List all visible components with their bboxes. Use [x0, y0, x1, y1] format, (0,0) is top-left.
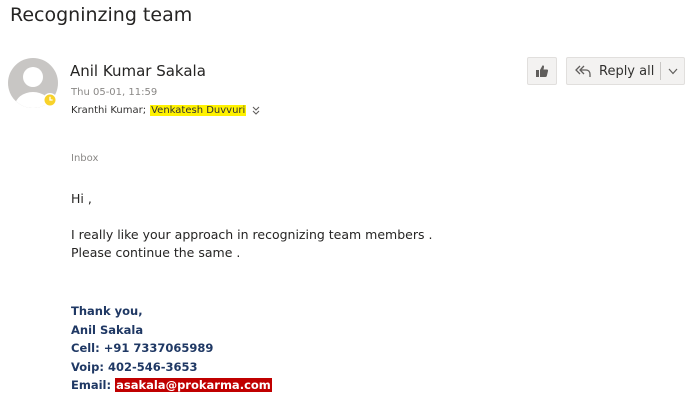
signature-voip: Voip: 402-546-3653	[71, 359, 198, 374]
body-spacer	[71, 208, 432, 226]
reply-all-button[interactable]: Reply all	[567, 58, 660, 84]
chevron-double-down-icon[interactable]	[252, 106, 260, 115]
thumbs-up-icon	[536, 65, 549, 77]
away-clock-icon	[43, 93, 57, 107]
signature-email-label: Email:	[71, 378, 116, 392]
signature-closing: Thank you,	[71, 304, 143, 318]
email-subject: Recogninzing team	[10, 4, 193, 26]
message-body: Hi , I really like your approach in reco…	[71, 190, 432, 262]
signature-email-link[interactable]: asakala@prokarma.com	[115, 378, 272, 392]
signature-cell: Cell: +91 7337065989	[71, 341, 214, 355]
recipient-kranthi-kumar[interactable]: Kranthi Kumar	[71, 105, 143, 116]
reply-more-button[interactable]	[661, 58, 684, 84]
body-line: Please continue the same .	[71, 245, 241, 260]
email-reading-pane: Recogninzing team Anil Kumar Sakala Thu …	[0, 0, 690, 413]
like-button[interactable]	[527, 57, 557, 85]
sender-name[interactable]: Anil Kumar Sakala	[70, 62, 206, 80]
recipient-separator: ;	[142, 105, 147, 116]
chevron-down-icon	[668, 68, 678, 74]
person-avatar-icon	[8, 58, 58, 108]
signature-email-line: Email: asakala@prokarma.com	[71, 376, 272, 395]
folder-label[interactable]: Inbox	[71, 153, 98, 164]
sent-timestamp: Thu 05-01, 11:59	[71, 87, 158, 98]
body-greeting: Hi ,	[71, 191, 92, 206]
reply-all-icon	[575, 65, 591, 77]
reply-all-label: Reply all	[599, 63, 655, 79]
signature-name: Anil Sakala	[71, 322, 144, 337]
sender-avatar[interactable]	[8, 58, 58, 108]
recipients-line: Kranthi Kumar ; Venkatesh Duvvuri	[71, 105, 260, 116]
body-line: I really like your approach in recognizi…	[71, 227, 433, 242]
reply-all-split-button: Reply all	[566, 57, 685, 85]
recipient-venkatesh-duvvuri[interactable]: Venkatesh Duvvuri	[150, 105, 247, 116]
email-signature: Thank you, Anil Sakala Cell: +91 7337065…	[71, 302, 272, 395]
